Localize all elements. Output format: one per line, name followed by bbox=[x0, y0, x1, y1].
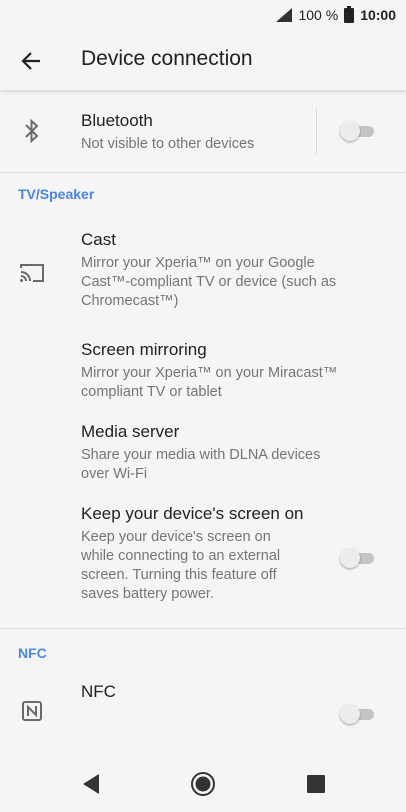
navigation-bar bbox=[0, 756, 406, 812]
cast-icon bbox=[18, 259, 46, 287]
cast-text: Cast Mirror your Xperia™ on your Google … bbox=[81, 229, 346, 311]
section-header-tv-speaker: TV/Speaker bbox=[0, 173, 406, 221]
nfc-title: NFC bbox=[81, 682, 116, 701]
cast-row[interactable]: Cast Mirror your Xperia™ on your Google … bbox=[0, 221, 406, 325]
page-title: Device connection bbox=[81, 47, 253, 70]
screen-mirroring-summary: Mirror your Xperia™ on your Miracast™ co… bbox=[81, 365, 338, 400]
back-arrow-icon bbox=[21, 52, 41, 70]
nav-home-button[interactable] bbox=[189, 770, 217, 798]
media-server-row[interactable]: Media server Share your media with DLNA … bbox=[0, 417, 406, 501]
status-bar: 100 % 10:00 bbox=[0, 0, 406, 30]
nav-recents-button[interactable] bbox=[302, 770, 330, 798]
bluetooth-text: Bluetooth Not visible to other devices bbox=[81, 110, 346, 154]
keep-screen-on-title: Keep your device's screen on bbox=[81, 504, 304, 523]
cast-summary: Mirror your Xperia™ on your Google Cast™… bbox=[81, 255, 337, 309]
media-server-text: Media server Share your media with DLNA … bbox=[81, 421, 346, 484]
status-time: 10:00 bbox=[360, 6, 396, 23]
screen-mirroring-text: Screen mirroring Mirror your Xperia™ on … bbox=[81, 339, 346, 402]
keep-screen-on-text: Keep your device's screen on Keep your d… bbox=[81, 503, 306, 604]
nfc-icon bbox=[18, 697, 46, 725]
toggle-thumb bbox=[340, 548, 360, 568]
home-circle-icon bbox=[190, 771, 216, 797]
screen-mirroring-title: Screen mirroring bbox=[81, 340, 207, 359]
signal-icon bbox=[276, 7, 293, 22]
bluetooth-summary: Not visible to other devices bbox=[81, 136, 255, 152]
status-indicators: 100 % 10:00 bbox=[276, 6, 396, 23]
settings-list: Bluetooth Not visible to other devices T… bbox=[0, 90, 406, 756]
toggle-thumb bbox=[340, 704, 360, 724]
section-title: NFC bbox=[18, 645, 47, 661]
section-header-nfc: NFC bbox=[0, 629, 406, 677]
keep-screen-on-row[interactable]: Keep your device's screen on Keep your d… bbox=[0, 501, 406, 628]
back-triangle-icon bbox=[81, 773, 101, 795]
section-title: TV/Speaker bbox=[18, 186, 95, 202]
cast-title: Cast bbox=[81, 230, 116, 249]
bluetooth-title: Bluetooth bbox=[81, 111, 153, 130]
screen-mirroring-row[interactable]: Screen mirroring Mirror your Xperia™ on … bbox=[0, 325, 406, 417]
app-bar: Device connection bbox=[0, 30, 406, 90]
back-button[interactable] bbox=[16, 46, 46, 76]
nfc-toggle[interactable] bbox=[340, 704, 376, 724]
battery-percent: 100 % bbox=[298, 6, 339, 23]
bluetooth-toggle[interactable] bbox=[340, 121, 376, 141]
media-server-summary: Share your media with DLNA devices over … bbox=[81, 447, 321, 482]
bluetooth-row[interactable]: Bluetooth Not visible to other devices bbox=[0, 90, 406, 172]
recents-square-icon bbox=[307, 775, 325, 793]
nfc-row[interactable]: NFC bbox=[0, 677, 406, 737]
nav-back-button[interactable] bbox=[77, 770, 105, 798]
bluetooth-icon bbox=[18, 117, 46, 145]
nfc-text: NFC bbox=[81, 681, 346, 703]
vertical-divider bbox=[316, 108, 317, 154]
keep-screen-on-summary: Keep your device's screen on while conne… bbox=[81, 529, 281, 602]
toggle-thumb bbox=[340, 121, 360, 141]
keep-screen-on-toggle[interactable] bbox=[340, 548, 376, 568]
battery-icon bbox=[344, 6, 355, 23]
media-server-title: Media server bbox=[81, 422, 180, 441]
